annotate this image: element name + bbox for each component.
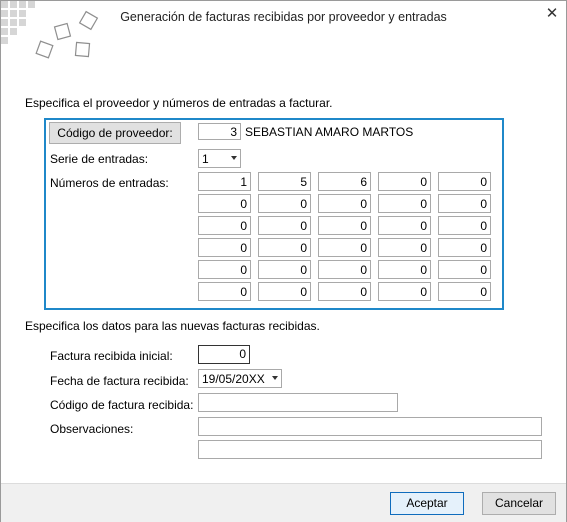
dialog-window: Generación de facturas recibidas por pro… <box>0 0 567 522</box>
entry-number-input[interactable]: 0 <box>378 216 431 235</box>
entry-number-input[interactable]: 0 <box>438 260 491 279</box>
entry-number-input[interactable]: 0 <box>198 194 251 213</box>
entry-number-input[interactable]: 5 <box>258 172 311 191</box>
entry-number-input[interactable]: 0 <box>438 238 491 257</box>
entry-number-input[interactable]: 0 <box>438 194 491 213</box>
entry-number-input[interactable]: 1 <box>198 172 251 191</box>
provider-code-input[interactable]: 3 <box>198 123 241 140</box>
entry-number-input[interactable]: 0 <box>258 260 311 279</box>
entry-number-input[interactable]: 0 <box>378 282 431 301</box>
invoice-date-label: Fecha de factura recibida: <box>50 374 189 388</box>
dialog-title: Generación de facturas recibidas por pro… <box>120 10 447 24</box>
entry-number-input[interactable]: 0 <box>198 260 251 279</box>
entry-number-input[interactable]: 0 <box>258 282 311 301</box>
entry-number-input[interactable]: 0 <box>378 194 431 213</box>
entry-number-input[interactable]: 0 <box>318 260 371 279</box>
initial-invoice-input[interactable]: 0 <box>198 345 250 364</box>
cancel-button[interactable]: Cancelar <box>482 492 556 515</box>
entry-number-input[interactable]: 0 <box>258 238 311 257</box>
section-invoice-heading: Especifica los datos para las nuevas fac… <box>25 319 320 333</box>
series-select[interactable]: 1 <box>198 149 241 168</box>
provider-code-button[interactable]: Código de proveedor: <box>49 122 181 144</box>
entry-number-input[interactable]: 0 <box>318 238 371 257</box>
entry-number-input[interactable]: 6 <box>318 172 371 191</box>
chevron-down-icon <box>231 156 237 160</box>
close-icon[interactable]: ✕ <box>542 5 562 23</box>
series-select-value: 1 <box>202 152 209 166</box>
entry-numbers-label: Números de entradas: <box>50 176 169 190</box>
entry-number-input[interactable]: 0 <box>318 194 371 213</box>
entry-number-input[interactable]: 0 <box>258 194 311 213</box>
entry-number-input[interactable]: 0 <box>198 238 251 257</box>
observations-input-line2[interactable] <box>198 440 542 459</box>
entry-number-input[interactable]: 0 <box>198 216 251 235</box>
entry-number-input[interactable]: 0 <box>438 216 491 235</box>
accept-button[interactable]: Aceptar <box>390 492 464 515</box>
provider-name: SEBASTIAN AMARO MARTOS <box>245 125 414 139</box>
observations-label: Observaciones: <box>50 422 134 436</box>
chevron-down-icon <box>272 376 278 380</box>
entry-number-input[interactable]: 0 <box>258 216 311 235</box>
observations-input-line1[interactable] <box>198 417 542 436</box>
invoice-code-input[interactable] <box>198 393 398 412</box>
entry-number-input[interactable]: 0 <box>198 282 251 301</box>
entry-number-input[interactable]: 0 <box>378 260 431 279</box>
initial-invoice-label: Factura recibida inicial: <box>50 349 173 363</box>
entry-number-input[interactable]: 0 <box>438 282 491 301</box>
section-provider-heading: Especifica el proveedor y números de ent… <box>25 96 333 110</box>
entry-number-input[interactable]: 0 <box>318 216 371 235</box>
entry-number-input[interactable]: 0 <box>378 238 431 257</box>
entry-number-input[interactable]: 0 <box>438 172 491 191</box>
entry-number-input[interactable]: 0 <box>378 172 431 191</box>
entry-number-input[interactable]: 0 <box>318 282 371 301</box>
series-label: Serie de entradas: <box>50 152 149 166</box>
invoice-code-label: Código de factura recibida: <box>50 398 194 412</box>
invoice-date-value: 19/05/20XX <box>202 372 265 386</box>
invoice-date-picker[interactable]: 19/05/20XX <box>198 369 282 388</box>
